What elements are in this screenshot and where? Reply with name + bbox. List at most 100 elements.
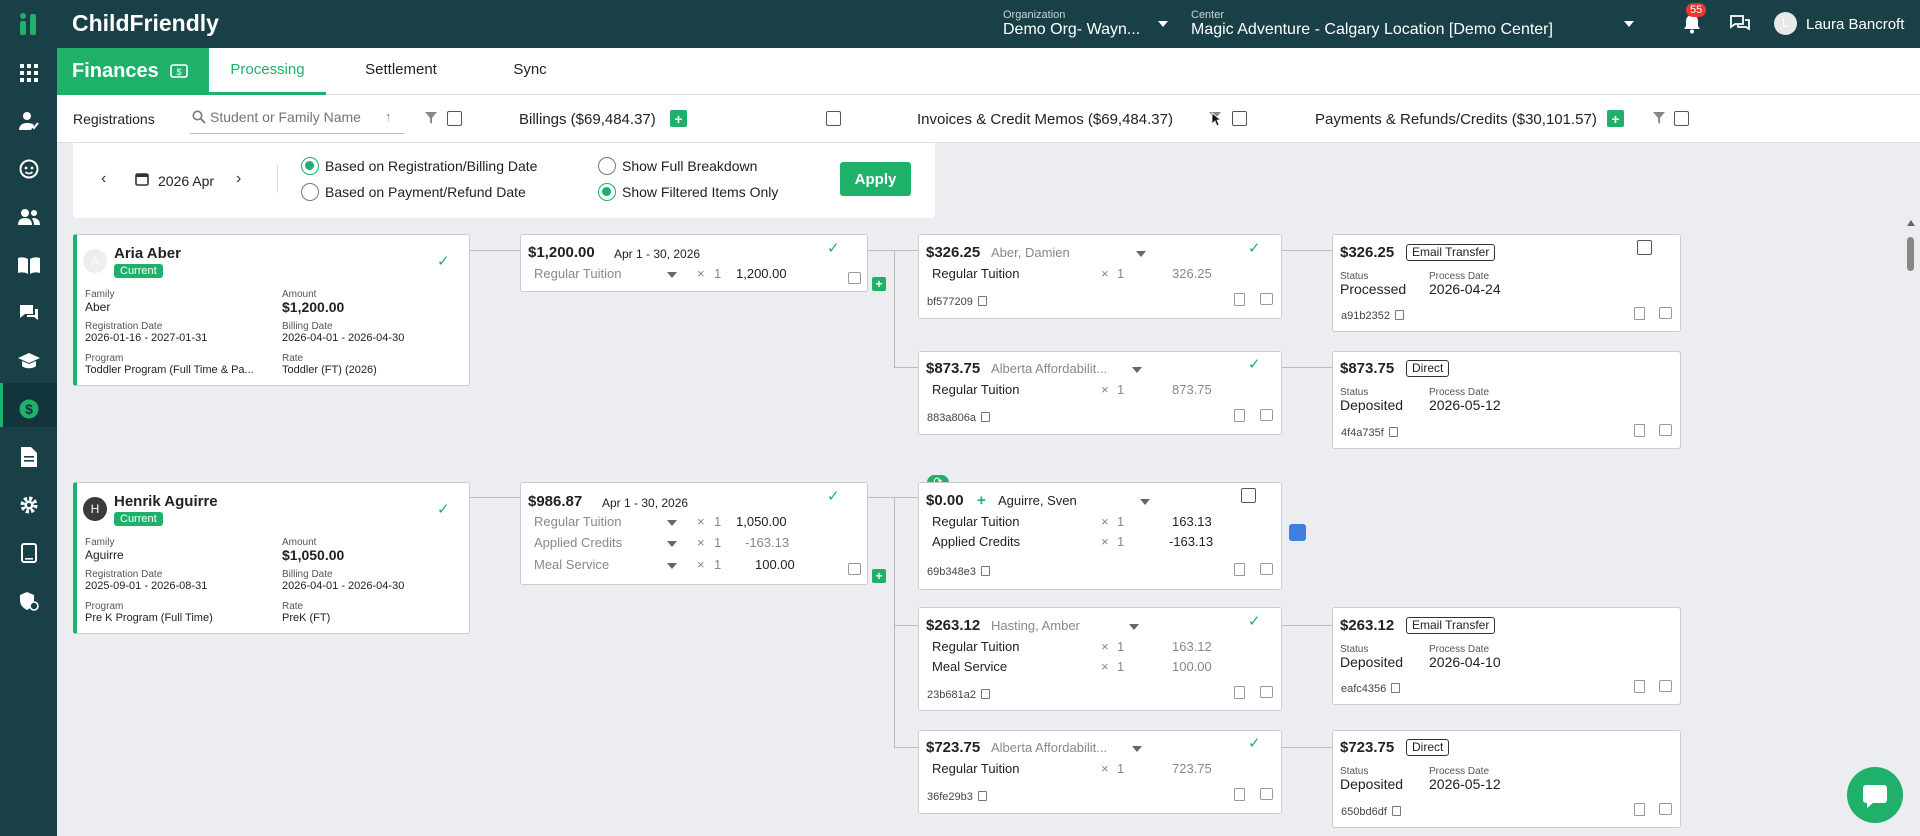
- user-avatar[interactable]: L: [1774, 12, 1797, 35]
- payment-id[interactable]: 4f4a735f: [1341, 427, 1398, 439]
- receipt-icon[interactable]: [1260, 686, 1273, 698]
- search-input[interactable]: [210, 106, 380, 128]
- apply-button[interactable]: Apply: [840, 162, 911, 196]
- document-icon[interactable]: [1634, 424, 1645, 437]
- line-item-dropdown-icon[interactable]: [667, 541, 677, 547]
- add-invoice-button[interactable]: +: [872, 277, 886, 291]
- receipt-icon[interactable]: [1260, 788, 1273, 800]
- invoice-payer[interactable]: Aber, Damien: [991, 245, 1070, 260]
- receipt-icon[interactable]: [1260, 409, 1273, 421]
- billing-card[interactable]: $986.87 Apr 1 - 30, 2026 ✓ Regular Tuiti…: [520, 482, 868, 585]
- radio-filtered-items[interactable]: [598, 183, 616, 201]
- payment-card[interactable]: $723.75 Direct Status Deposited Process …: [1332, 730, 1681, 828]
- scrollbar-thumb[interactable]: [1907, 237, 1914, 271]
- option-filtered-items[interactable]: Show Filtered Items Only: [598, 183, 778, 201]
- invoices-select-checkbox[interactable]: [1232, 111, 1247, 126]
- receipt-icon[interactable]: [848, 563, 861, 575]
- filter-funnel-icon[interactable]: [425, 112, 437, 124]
- vertical-scrollbar[interactable]: [1905, 218, 1917, 836]
- option-payment-date[interactable]: Based on Payment/Refund Date: [301, 183, 526, 201]
- payment-id[interactable]: eafc4356: [1341, 683, 1401, 695]
- registrations-select-checkbox[interactable]: [447, 111, 462, 126]
- payment-select-checkbox[interactable]: [1637, 240, 1652, 255]
- receipt-icon[interactable]: [1260, 563, 1273, 575]
- invoice-id[interactable]: 69b348e3: [927, 566, 990, 578]
- child-face-icon[interactable]: [14, 154, 44, 184]
- registration-card[interactable]: H Henrik Aguirre Current ✓ Family Aguirr…: [73, 482, 470, 634]
- tab-processing[interactable]: Processing: [209, 48, 326, 95]
- student-search-field[interactable]: ↑: [190, 104, 404, 134]
- copy-icon[interactable]: [980, 412, 990, 422]
- payments-filter-icon[interactable]: [1653, 112, 1665, 124]
- payment-id[interactable]: a91b2352: [1341, 310, 1404, 322]
- copy-icon[interactable]: [980, 566, 990, 576]
- invoice-payer[interactable]: Hasting, Amber: [991, 618, 1080, 633]
- radio-payment-date[interactable]: [301, 183, 319, 201]
- center-dropdown-icon[interactable]: [1624, 21, 1634, 27]
- documents-icon[interactable]: [14, 442, 44, 472]
- brand-logo[interactable]: ChildFriendly: [72, 10, 219, 37]
- document-icon[interactable]: [1634, 680, 1645, 693]
- receipt-icon[interactable]: [1659, 307, 1672, 319]
- apps-grid-icon[interactable]: [14, 58, 44, 88]
- create-payment-icon[interactable]: [1289, 524, 1306, 541]
- sort-arrow-icon[interactable]: ↑: [385, 109, 392, 124]
- payer-dropdown-icon[interactable]: [1140, 499, 1150, 505]
- payments-select-checkbox[interactable]: [1674, 111, 1689, 126]
- org-selector[interactable]: Demo Org- Wayn...: [1003, 21, 1140, 39]
- add-billing-button[interactable]: +: [670, 110, 687, 127]
- registration-card[interactable]: A Aria Aber Current ✓ Family Aber Amount…: [73, 234, 470, 386]
- prev-month-button[interactable]: ‹: [101, 170, 106, 188]
- receipt-icon[interactable]: [1659, 803, 1672, 815]
- copy-icon[interactable]: [977, 296, 987, 306]
- invoice-id[interactable]: bf577209: [927, 296, 987, 308]
- document-icon[interactable]: [1234, 788, 1245, 801]
- line-item-dropdown-icon[interactable]: [667, 520, 677, 526]
- org-dropdown-icon[interactable]: [1158, 21, 1168, 27]
- line-item-dropdown-icon[interactable]: [667, 563, 677, 569]
- tab-sync[interactable]: Sync: [480, 48, 580, 95]
- invoice-id[interactable]: 883a806a: [927, 412, 990, 424]
- student-name[interactable]: Henrik Aguirre: [114, 493, 218, 510]
- document-icon[interactable]: [1234, 563, 1245, 576]
- document-icon[interactable]: [1234, 409, 1245, 422]
- payment-id[interactable]: 650bd6df: [1341, 806, 1401, 818]
- receipt-icon[interactable]: [1659, 680, 1672, 692]
- option-registration-date[interactable]: Based on Registration/Billing Date: [301, 157, 537, 175]
- tab-settlement[interactable]: Settlement: [341, 48, 461, 95]
- invoice-payer[interactable]: Aguirre, Sven: [998, 493, 1077, 508]
- copy-icon[interactable]: [1394, 310, 1404, 320]
- add-payment-button[interactable]: +: [1607, 110, 1624, 127]
- receipt-icon[interactable]: [1260, 293, 1273, 305]
- invoice-payer[interactable]: Alberta Affordabilit...: [991, 361, 1107, 376]
- settings-gear-icon[interactable]: [14, 490, 44, 520]
- payer-dropdown-icon[interactable]: [1132, 367, 1142, 373]
- user-name[interactable]: Laura Bancroft: [1806, 16, 1904, 33]
- support-chat-button[interactable]: [1847, 767, 1903, 823]
- radio-full-breakdown[interactable]: [598, 157, 616, 175]
- payer-dropdown-icon[interactable]: [1132, 746, 1142, 752]
- payment-card[interactable]: $263.12 Email Transfer Status Deposited …: [1332, 607, 1681, 705]
- bell-icon[interactable]: [1683, 14, 1701, 34]
- receipt-icon[interactable]: [848, 272, 861, 284]
- payment-card[interactable]: $326.25 Email Transfer Status Processed …: [1332, 234, 1681, 332]
- invoice-id[interactable]: 23b681a2: [927, 689, 990, 701]
- invoice-id[interactable]: 36fe29b3: [927, 791, 987, 803]
- invoice-card[interactable]: $326.25 Aber, Damien ✓ Regular Tuition ×…: [918, 234, 1282, 319]
- check-in-icon[interactable]: [14, 106, 44, 136]
- payer-dropdown-icon[interactable]: [1136, 251, 1146, 257]
- finances-dollar-icon[interactable]: $: [14, 394, 44, 424]
- copy-icon[interactable]: [1388, 427, 1398, 437]
- center-selector[interactable]: Magic Adventure - Calgary Location [Demo…: [1191, 21, 1553, 39]
- receipt-icon[interactable]: [1659, 424, 1672, 436]
- families-icon[interactable]: [14, 202, 44, 232]
- billings-select-checkbox[interactable]: [826, 111, 841, 126]
- invoice-payer[interactable]: Alberta Affordabilit...: [991, 740, 1107, 755]
- learning-cap-icon[interactable]: [14, 346, 44, 376]
- line-item-dropdown-icon[interactable]: [667, 272, 677, 278]
- copy-icon[interactable]: [977, 791, 987, 801]
- copy-icon[interactable]: [980, 689, 990, 699]
- invoice-card[interactable]: $0.00 + Aguirre, Sven Regular Tuition × …: [918, 482, 1282, 590]
- invoice-card[interactable]: $723.75 Alberta Affordabilit... ✓ Regula…: [918, 730, 1282, 814]
- invoice-card[interactable]: $263.12 Hasting, Amber ✓ Regular Tuition…: [918, 607, 1282, 711]
